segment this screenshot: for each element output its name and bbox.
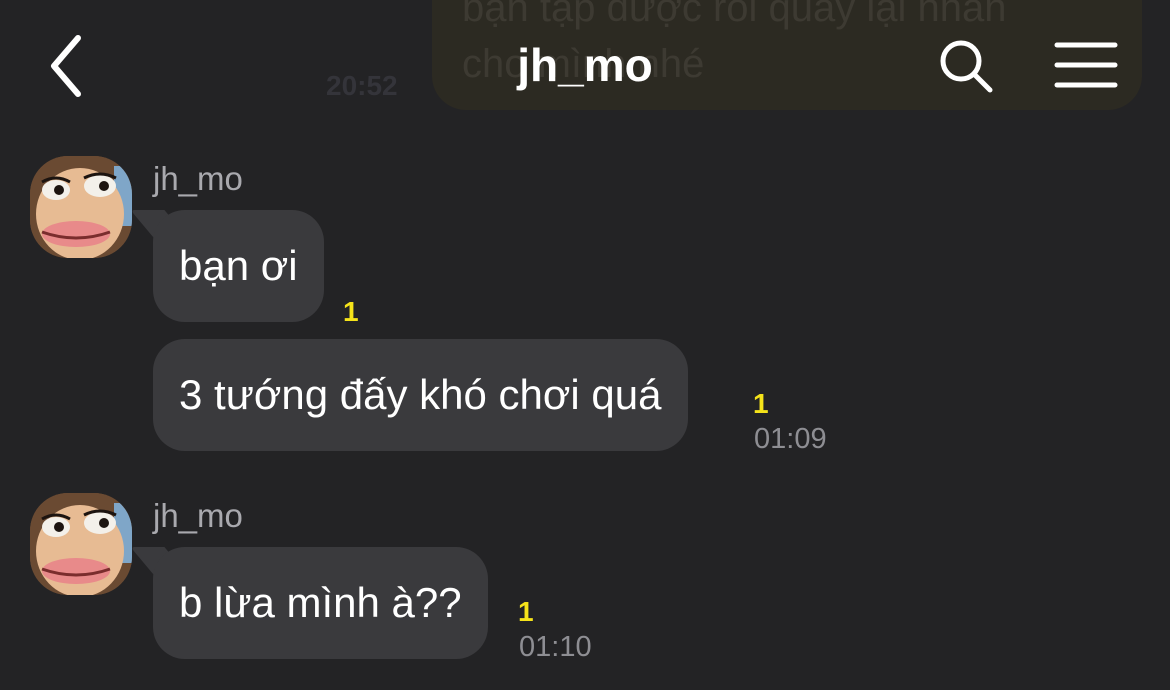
chat-title: jh_mo	[517, 39, 653, 91]
sender-name: jh_mo	[153, 160, 243, 197]
avatar-face-image	[30, 156, 132, 258]
back-button[interactable]	[40, 32, 100, 100]
avatar-face-image	[30, 493, 132, 595]
sender-name: jh_mo	[153, 497, 243, 534]
chat-header: jh_mo	[0, 0, 1170, 130]
search-button[interactable]	[936, 36, 996, 96]
message-time: 01:09	[754, 423, 827, 455]
search-icon	[940, 40, 993, 93]
message-bubble[interactable]: bạn ơi	[153, 210, 324, 322]
chevron-left-icon	[51, 35, 81, 97]
message-bubble[interactable]: 3 tướng đấy khó chơi quá	[153, 339, 688, 451]
message-time: 01:10	[519, 631, 592, 663]
avatar[interactable]	[30, 156, 132, 258]
unread-count: 1	[518, 596, 534, 627]
unread-count: 1	[753, 388, 769, 419]
avatar[interactable]	[30, 493, 132, 595]
menu-button[interactable]	[1054, 40, 1118, 90]
message-bubble[interactable]: b lừa mình à??	[153, 547, 488, 659]
hamburger-menu-icon	[1054, 42, 1118, 88]
unread-count: 1	[343, 296, 359, 327]
